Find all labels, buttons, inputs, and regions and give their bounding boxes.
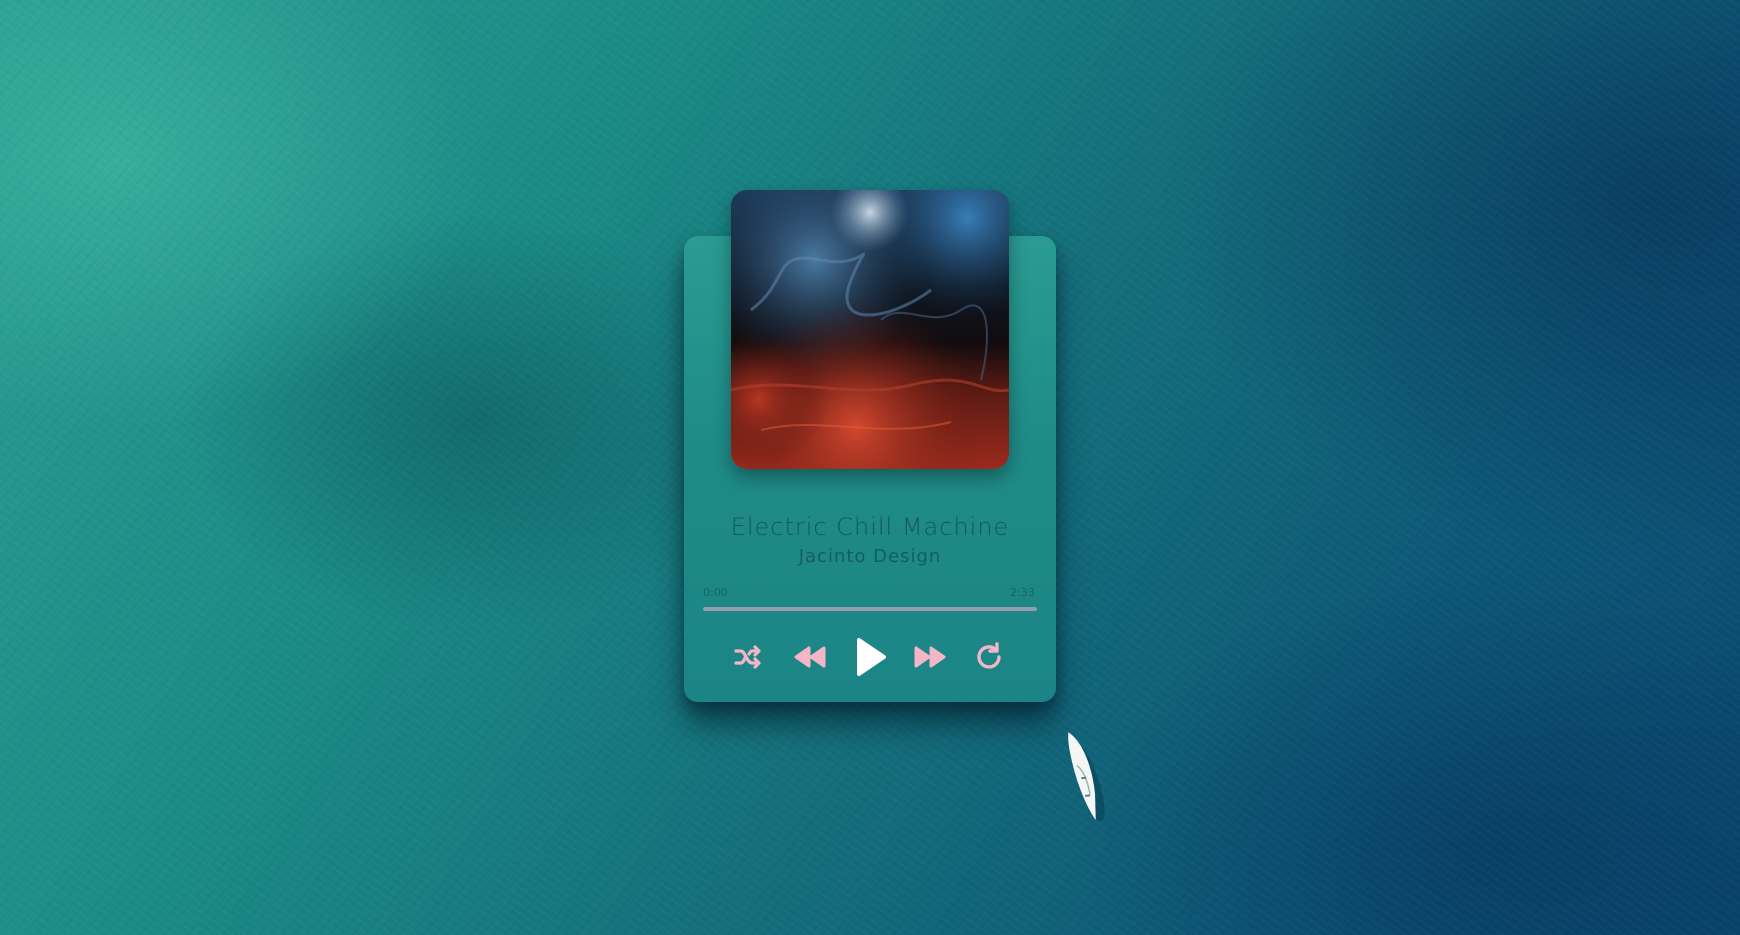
album-cover-image	[731, 190, 1009, 469]
next-button[interactable]	[906, 636, 954, 678]
boat-image	[1063, 725, 1109, 833]
play-icon	[857, 638, 886, 676]
play-button[interactable]	[844, 636, 896, 678]
progress-bar[interactable]	[703, 607, 1037, 611]
playback-controls	[684, 636, 1056, 678]
current-time: 0:00	[703, 586, 728, 599]
shuffle-icon	[734, 645, 761, 669]
previous-button[interactable]	[786, 636, 834, 678]
shuffle-button[interactable]	[726, 636, 770, 678]
repeat-button[interactable]	[966, 636, 1012, 678]
fast-forward-icon	[914, 646, 946, 668]
track-artist: Jacinto Design	[798, 546, 942, 567]
track-title: Electric Chill Machine	[730, 513, 1010, 541]
total-time: 2:33	[1010, 586, 1035, 599]
repeat-icon	[977, 642, 1001, 669]
rewind-icon	[794, 646, 826, 668]
